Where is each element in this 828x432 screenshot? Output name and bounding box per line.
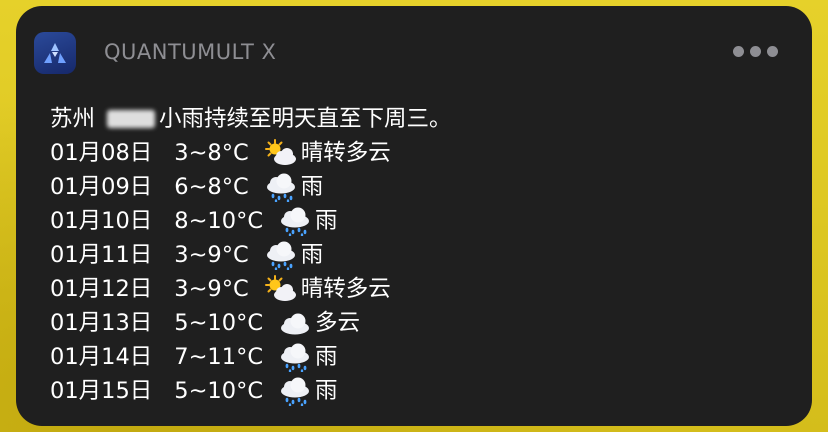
- forecast-description: 晴转多云: [300, 140, 391, 166]
- rain-cloud-icon: [266, 241, 295, 270]
- forecast-date: 01月08日: [50, 140, 153, 166]
- cloud-icon: [281, 313, 310, 335]
- forecast-temperature: 5~10°C: [174, 310, 264, 336]
- forecast-temperature: 5~10°C: [174, 378, 264, 404]
- forecast-row: 01月13日 5~10°C 多云: [50, 306, 792, 340]
- sun-cloud-icon: [264, 275, 296, 301]
- forecast-date: 01月14日: [50, 344, 153, 370]
- forecast-row: 01月15日 5~10°C 雨: [50, 374, 792, 408]
- headline-text: 小雨持续至明天直至下周三。: [159, 106, 452, 132]
- forecast-list: 01月08日 3~8°C 晴转多云 01月09日 6~8°C 雨 01月10日 8~10°…: [50, 136, 792, 408]
- forecast-temperature: 6~8°C: [174, 174, 249, 200]
- forecast-description: 多云: [315, 310, 361, 336]
- rain-cloud-icon: [281, 343, 310, 372]
- more-options-icon[interactable]: [733, 46, 778, 57]
- forecast-date: 01月12日: [50, 276, 153, 302]
- forecast-description: 雨: [315, 344, 338, 370]
- forecast-row: 01月08日 3~8°C 晴转多云: [50, 136, 792, 170]
- forecast-temperature: 3~8°C: [174, 140, 249, 166]
- forecast-row: 01月12日 3~9°C 晴转多云: [50, 272, 792, 306]
- forecast-temperature: 7~11°C: [174, 344, 264, 370]
- forecast-date: 01月11日: [50, 242, 153, 268]
- rain-cloud-icon: [266, 173, 295, 202]
- forecast-row: 01月10日 8~10°C 雨: [50, 204, 792, 238]
- forecast-description: 雨: [300, 174, 324, 200]
- forecast-row: 01月14日 7~11°C 雨: [50, 340, 792, 374]
- forecast-description: 晴转多云: [300, 276, 391, 302]
- app-name: QUANTUMULT X: [104, 40, 277, 64]
- notification-body: 苏州 小雨持续至明天直至下周三。 01月08日 3~8°C 晴转多云 01月09日 6…: [50, 102, 792, 408]
- rain-cloud-icon: [281, 207, 310, 236]
- notification-card[interactable]: QUANTUMULT X 苏州 小雨持续至明天直至下周三。 01月08日 3~8°…: [16, 6, 812, 426]
- forecast-description: 雨: [300, 242, 324, 268]
- quantumult-x-app-icon: [34, 32, 76, 74]
- forecast-temperature: 8~10°C: [174, 208, 264, 234]
- forecast-date: 01月15日: [50, 378, 153, 404]
- forecast-date: 01月09日: [50, 174, 153, 200]
- forecast-temperature: 3~9°C: [174, 242, 249, 268]
- sun-cloud-icon: [264, 139, 296, 165]
- forecast-row: 01月09日 6~8°C 雨: [50, 170, 792, 204]
- headline-city: 苏州: [50, 106, 96, 132]
- rain-cloud-icon: [281, 377, 310, 406]
- forecast-description: 雨: [315, 378, 338, 404]
- forecast-date: 01月10日: [50, 208, 153, 234]
- forecast-description: 雨: [315, 208, 338, 234]
- redacted-text: [107, 110, 156, 128]
- forecast-row: 01月11日 3~9°C 雨: [50, 238, 792, 272]
- forecast-temperature: 3~9°C: [174, 276, 249, 302]
- headline: 苏州 小雨持续至明天直至下周三。: [50, 102, 792, 136]
- forecast-date: 01月13日: [50, 310, 153, 336]
